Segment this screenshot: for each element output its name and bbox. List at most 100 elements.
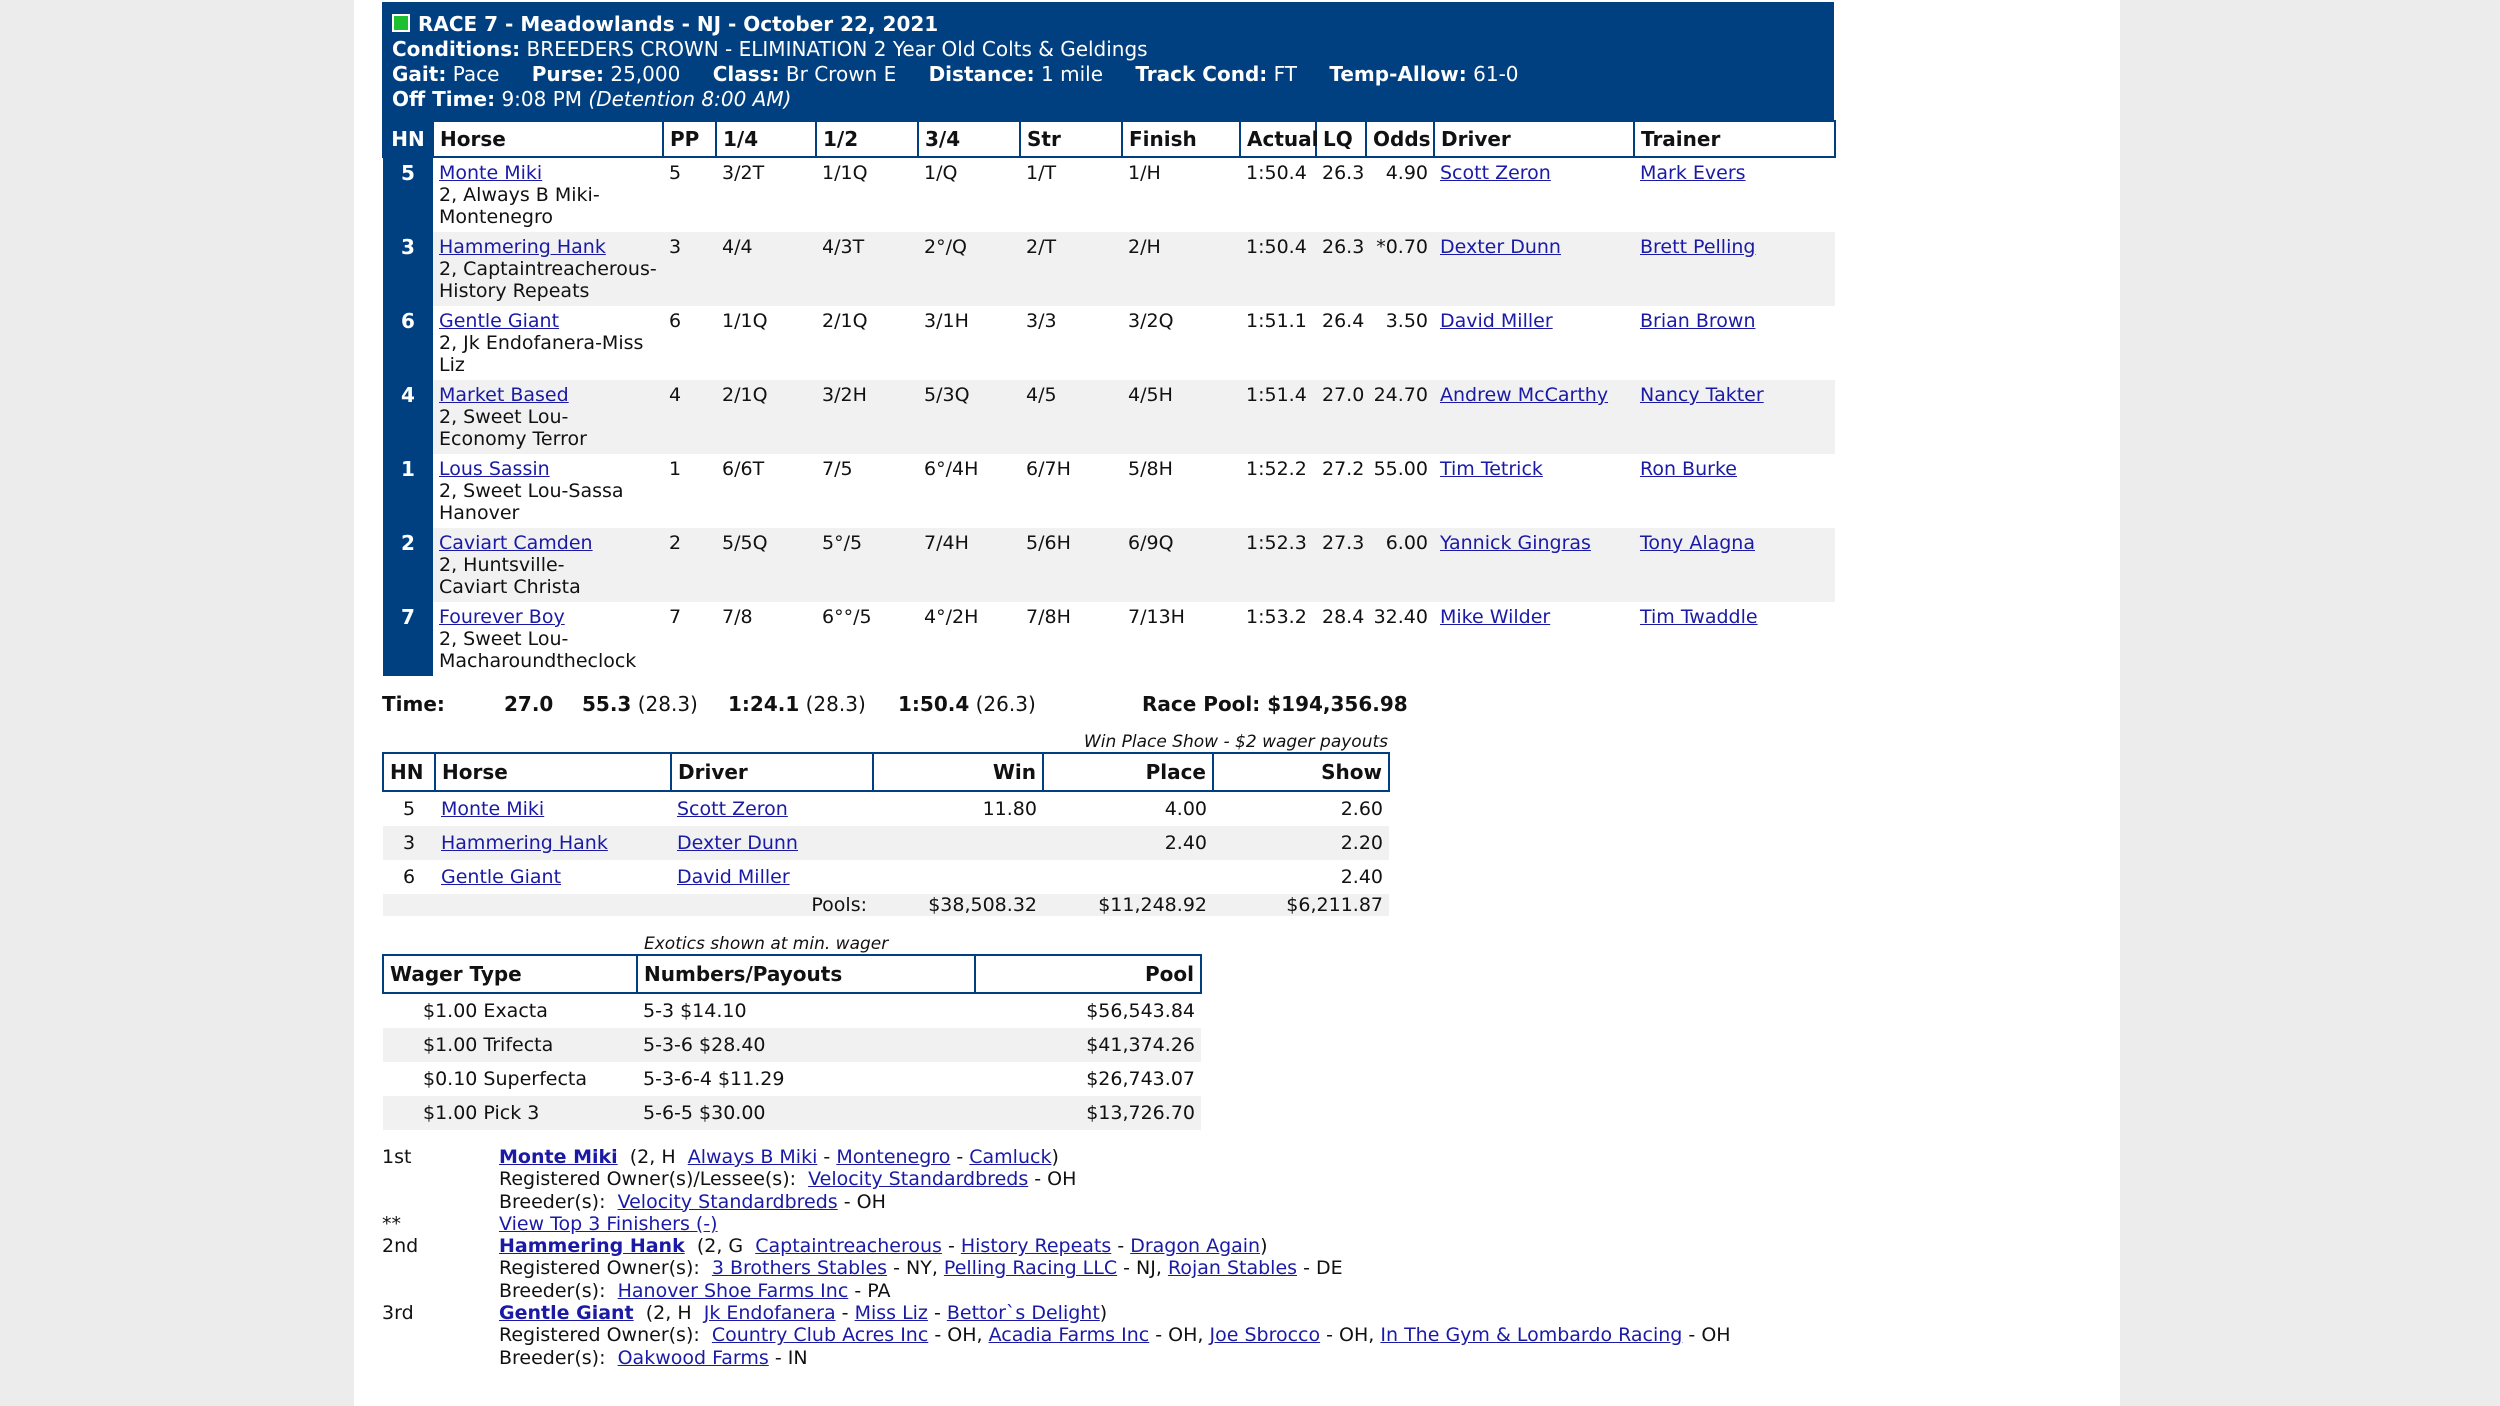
col-finish: Finish xyxy=(1121,120,1241,158)
trainer-link[interactable]: Brian Brown xyxy=(1640,310,1755,332)
view-top3-link[interactable]: View Top 3 Finishers (-) xyxy=(499,1213,718,1235)
breeder-state: - OH xyxy=(843,1190,886,1213)
horse-link[interactable]: Fourever Boy xyxy=(439,606,565,628)
wps-col-show: Show xyxy=(1212,752,1390,792)
q3-cell: 3/1H xyxy=(924,310,969,332)
horse-link[interactable]: Lous Sassin xyxy=(439,458,550,480)
driver-link[interactable]: Andrew McCarthy xyxy=(1440,384,1608,406)
actual-cell: 1:50.4 xyxy=(1240,232,1316,306)
owner-link[interactable]: In The Gym & Lombardo Racing xyxy=(1380,1324,1682,1346)
breeder-state: - PA xyxy=(854,1279,891,1302)
finisher-name-link[interactable]: Hammering Hank xyxy=(499,1235,685,1257)
breeder-link[interactable]: Hanover Shoe Farms Inc xyxy=(618,1280,849,1302)
pp-cell: 7 xyxy=(669,606,682,628)
q3-cell: 2°/Q xyxy=(918,232,1020,306)
trainer-link[interactable]: Tim Twaddle xyxy=(1640,606,1758,628)
sire-link[interactable]: Jk Endofanera xyxy=(704,1302,836,1324)
trainer-link[interactable]: Mark Evers xyxy=(1640,162,1746,184)
finisher-name-link[interactable]: Monte Miki xyxy=(499,1146,618,1168)
breeder-link[interactable]: Velocity Standardbreds xyxy=(618,1191,838,1213)
actual-cell: 1:51.1 xyxy=(1246,310,1307,332)
table-row: $1.00 Pick 3 5-6-5 $30.00 $13,726.70 xyxy=(383,1096,1201,1130)
top3-marker: ** xyxy=(382,1212,401,1235)
wps-win xyxy=(873,860,1043,894)
wps-header-row: HN Horse Driver Win Place Show xyxy=(382,752,1390,792)
horse-link[interactable]: Market Based xyxy=(439,384,569,406)
owner-link[interactable]: Rojan Stables xyxy=(1168,1257,1297,1279)
breeding-line: Hanover xyxy=(439,502,520,524)
horse-link[interactable]: Monte Miki xyxy=(439,162,542,184)
owner-link[interactable]: 3 Brothers Stables xyxy=(712,1257,887,1279)
table-row: 5 Monte Miki 2, Always B Miki- Montenegro … xyxy=(383,157,1835,232)
owner-link[interactable]: Country Club Acres Inc xyxy=(712,1324,928,1346)
table-row: 5 Monte Miki Scott Zeron 11.80 4.00 2.60 xyxy=(383,791,1389,826)
driver-link[interactable]: Yannick Gingras xyxy=(1440,532,1591,554)
wps-place: 2.40 xyxy=(1043,826,1213,860)
odds-cell: 32.40 xyxy=(1373,606,1428,628)
owner-state: - OH, xyxy=(1155,1324,1204,1347)
damsire-link[interactable]: Bettor`s Delight xyxy=(947,1302,1100,1324)
temp-allow-value: 61-0 xyxy=(1473,62,1519,86)
driver-link[interactable]: Mike Wilder xyxy=(1440,606,1550,628)
dam-link[interactable]: History Repeats xyxy=(961,1235,1111,1257)
breeding-line: History Repeats xyxy=(439,280,590,302)
sire-link[interactable]: Captaintreacherous xyxy=(755,1235,942,1257)
hn-cell: 5 xyxy=(383,157,433,232)
track-cond-label: Track Cond: xyxy=(1135,62,1268,86)
wager-pool: $26,743.07 xyxy=(1086,1068,1195,1090)
str-cell: 3/3 xyxy=(1026,310,1057,332)
time-final-split: (26.3) xyxy=(975,692,1036,716)
damsire-link[interactable]: Dragon Again xyxy=(1130,1235,1260,1257)
dam-link[interactable]: Miss Liz xyxy=(855,1302,928,1324)
horse-link[interactable]: Gentle Giant xyxy=(439,310,559,332)
horse-link[interactable]: Monte Miki xyxy=(441,798,544,820)
driver-link[interactable]: Scott Zeron xyxy=(677,798,788,820)
conditions-label: Conditions: xyxy=(392,37,521,61)
horse-link[interactable]: Hammering Hank xyxy=(441,832,608,854)
trainer-link[interactable]: Ron Burke xyxy=(1640,458,1737,480)
pp-cell: 4 xyxy=(663,380,716,454)
q1-cell: 3/2T xyxy=(722,162,765,184)
col-lq: LQ xyxy=(1315,120,1367,158)
finisher-first: 1st Monte Miki (2, H Always B Miki - Mon… xyxy=(382,1146,1059,1168)
col-half: 1/2 xyxy=(815,120,919,158)
col-numbers-payouts: Numbers/Payouts xyxy=(636,954,976,994)
finisher-name-link[interactable]: Gentle Giant xyxy=(499,1302,634,1324)
finisher-second: 2nd Hammering Hank (2, G Captaintreacher… xyxy=(382,1235,1268,1258)
driver-link[interactable]: Dexter Dunn xyxy=(1440,236,1561,258)
owner-link[interactable]: Velocity Standardbreds xyxy=(808,1168,1028,1190)
sire-link[interactable]: Always B Miki xyxy=(688,1146,818,1168)
driver-link[interactable]: David Miller xyxy=(1440,310,1553,332)
horse-link[interactable]: Hammering Hank xyxy=(439,236,606,258)
q3-cell: 7/4H xyxy=(918,528,1020,602)
trainer-link[interactable]: Brett Pelling xyxy=(1640,236,1755,258)
wps-hn: 6 xyxy=(402,866,416,888)
owner-link[interactable]: Acadia Farms Inc xyxy=(989,1324,1150,1346)
horse-link[interactable]: Gentle Giant xyxy=(441,866,561,888)
driver-link[interactable]: Scott Zeron xyxy=(1440,162,1551,184)
horse-link[interactable]: Caviart Camden xyxy=(439,532,593,554)
finish-cell: 3/2Q xyxy=(1128,310,1174,332)
horse-cell: Gentle Giant 2, Jk Endofanera-Miss Liz xyxy=(433,306,663,380)
driver-link[interactable]: Dexter Dunn xyxy=(677,832,798,854)
driver-link[interactable]: David Miller xyxy=(677,866,790,888)
breeder-link[interactable]: Oakwood Farms xyxy=(618,1347,769,1369)
driver-cell: Yannick Gingras xyxy=(1434,528,1634,602)
breeding-line: 2, Captaintreacherous- xyxy=(439,258,657,280)
horse-cell: Lous Sassin 2, Sweet Lou-Sassa Hanover xyxy=(433,454,663,528)
col-three-quarter: 3/4 xyxy=(917,120,1021,158)
col-wager-type: Wager Type xyxy=(382,954,638,994)
trainer-link[interactable]: Nancy Takter xyxy=(1640,384,1764,406)
driver-link[interactable]: Tim Tetrick xyxy=(1440,458,1543,480)
pool-show: $6,211.87 xyxy=(1213,894,1389,916)
wps-show: 2.40 xyxy=(1340,866,1383,888)
finisher-third: 3rd Gentle Giant (2, H Jk Endofanera - M… xyxy=(382,1302,1108,1325)
dam-link[interactable]: Montenegro xyxy=(836,1146,950,1168)
owner-link[interactable]: Joe Sbrocco xyxy=(1209,1324,1320,1346)
trainer-link[interactable]: Tony Alagna xyxy=(1640,532,1755,554)
owner-link[interactable]: Pelling Racing LLC xyxy=(944,1257,1117,1279)
breeding-line: 2, Always B Miki- xyxy=(439,184,600,206)
time-half: 55.3 xyxy=(582,692,632,716)
owner-label: Registered Owner(s)/Lessee(s): xyxy=(499,1168,797,1191)
damsire-link[interactable]: Camluck xyxy=(969,1146,1051,1168)
